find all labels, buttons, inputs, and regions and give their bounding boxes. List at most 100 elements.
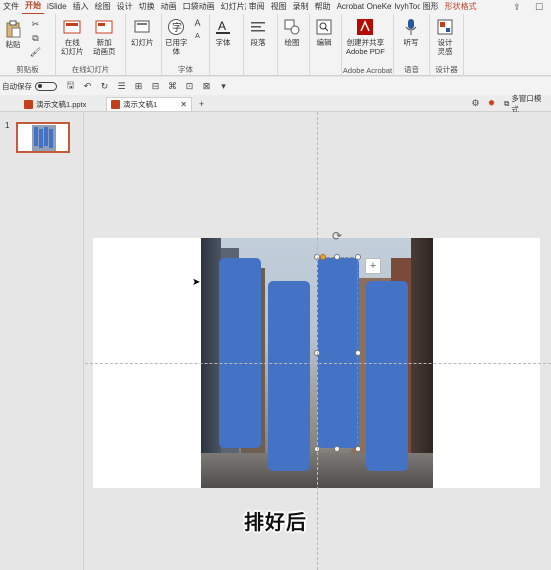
- doc-tab-1[interactable]: 演示文稿1.pptx: [20, 97, 90, 111]
- paragraph-label: 段落: [250, 38, 266, 47]
- comment-icon[interactable]: ☐: [532, 1, 546, 13]
- tab-draw[interactable]: 绘图: [92, 0, 114, 14]
- resize-handle[interactable]: [355, 254, 361, 260]
- tab-pocket-animation[interactable]: 口袋动画: [180, 0, 218, 14]
- tab-slideshow[interactable]: 幻灯片放映: [218, 0, 246, 14]
- cut-icon[interactable]: ✂: [30, 19, 41, 30]
- multi-window-button[interactable]: ⧉ 多窗口模式: [500, 94, 551, 114]
- resize-handle[interactable]: [334, 254, 340, 260]
- toolbar-tool-icon-4[interactable]: ⌘: [167, 81, 178, 92]
- close-tab-icon[interactable]: ✕: [180, 100, 187, 109]
- rounded-rectangle-1[interactable]: [219, 258, 261, 448]
- toolbar-tool-icon-2[interactable]: ⊞: [133, 81, 144, 92]
- font-button[interactable]: A 字体: [214, 18, 232, 47]
- grow-font-icon[interactable]: A: [192, 17, 203, 28]
- doc-tab-2[interactable]: 演示文稿1 ✕: [106, 97, 192, 111]
- slides-panel: 1: [0, 112, 84, 570]
- paste-button[interactable]: 粘贴: [4, 20, 22, 49]
- design-ideas-icon: [436, 18, 454, 36]
- online-slides-icon: [63, 18, 81, 36]
- doc-tab-1-label: 演示文稿1.pptx: [36, 99, 87, 109]
- resize-handle[interactable]: [355, 446, 361, 452]
- tab-insert[interactable]: 插入: [70, 0, 92, 14]
- slides-button[interactable]: 幻灯片: [131, 18, 154, 47]
- shrink-font-icon[interactable]: A: [192, 31, 203, 42]
- create-pdf-button[interactable]: 创建并共享 Adobe PDF: [346, 18, 385, 56]
- drawing-button[interactable]: 绘图: [283, 18, 301, 47]
- autosave-toggle[interactable]: [35, 81, 57, 91]
- dictate-label: 听写: [403, 38, 419, 47]
- drawing-group: 绘图: [278, 14, 310, 76]
- rounded-rectangle-4[interactable]: [366, 281, 408, 471]
- clipboard-group: 粘贴 ✂ ⧉ 🖌 剪贴板: [0, 14, 56, 76]
- format-painter-icon[interactable]: 🖌: [30, 47, 41, 58]
- svg-text:字: 字: [172, 21, 182, 34]
- selection-box: [317, 257, 358, 449]
- svg-text:A: A: [218, 19, 226, 33]
- dictate-button[interactable]: 听写: [402, 18, 420, 47]
- toolbar-tool-icon-5[interactable]: ⊡: [184, 81, 195, 92]
- ribbon: 粘贴 ✂ ⧉ 🖌 剪贴板 在线 幻灯片 新加 动画页 在线幻灯片 幻灯片 字 已…: [0, 14, 551, 76]
- thumbnail-bar: [49, 129, 53, 148]
- tab-file[interactable]: 文件: [0, 0, 22, 14]
- resize-handle[interactable]: [355, 350, 361, 356]
- toolbar-tool-icon[interactable]: ☰: [116, 81, 127, 92]
- tab-onekey[interactable]: OneKey: [364, 0, 392, 14]
- online-slides-button[interactable]: 在线 幻灯片: [61, 18, 84, 56]
- tab-design[interactable]: 设计: [114, 0, 136, 14]
- tab-shape-format[interactable]: 形状格式: [442, 0, 480, 14]
- used-fonts-button[interactable]: 字 已用字 体: [165, 18, 188, 56]
- online-slides-group-label: 在线幻灯片: [71, 65, 110, 74]
- customize-toolbar-icon[interactable]: ▾: [218, 81, 229, 92]
- font-group: 字 已用字 体 A A 字体: [162, 14, 210, 76]
- acrobat-group-label: Adobe Acrobat: [342, 66, 393, 75]
- slide-thumbnail[interactable]: [16, 122, 70, 153]
- copy-icon[interactable]: ⧉: [30, 33, 41, 44]
- used-fonts-label: 已用字 体: [165, 38, 188, 56]
- resize-handle[interactable]: [334, 446, 340, 452]
- new-animation-page-label: 新加 动画页: [93, 38, 116, 56]
- tab-record[interactable]: 录制: [290, 0, 312, 14]
- adjust-handle[interactable]: [320, 254, 326, 260]
- design-ideas-button[interactable]: 设计 灵感: [436, 18, 454, 56]
- voice-group-label: 语音: [404, 65, 419, 74]
- find-icon: [315, 18, 333, 36]
- font-circle-icon: 字: [167, 18, 185, 36]
- multi-window-icon: ⧉: [504, 99, 510, 108]
- tab-graphics[interactable]: 图形: [420, 0, 442, 14]
- powerpoint-icon: [24, 99, 33, 109]
- video-caption: 排好后: [244, 510, 307, 534]
- tab-view[interactable]: 视图: [268, 0, 290, 14]
- tab-tool-icon[interactable]: ⚙: [470, 98, 481, 109]
- tab-islide[interactable]: iSlide: [44, 0, 70, 14]
- toolbar-tool-icon-6[interactable]: ⊠: [201, 81, 212, 92]
- font-group-label: 字体: [178, 65, 193, 74]
- tab-home[interactable]: 开始: [22, 0, 44, 15]
- slides-group: 幻灯片: [126, 14, 162, 76]
- paragraph-button[interactable]: 段落: [249, 18, 267, 47]
- horizontal-guide: [85, 363, 551, 364]
- redo-icon[interactable]: ↻: [99, 81, 110, 92]
- share-icon[interactable]: ⇪: [510, 1, 524, 13]
- slide-icon: [133, 18, 151, 36]
- gear-icon[interactable]: ✹: [486, 98, 497, 109]
- new-animation-page-button[interactable]: 新加 动画页: [93, 18, 116, 56]
- save-icon[interactable]: 🖫: [65, 80, 76, 92]
- vertical-guide: [317, 112, 318, 570]
- editing-button[interactable]: 编辑: [315, 18, 333, 47]
- paragraph-group: 段落: [244, 14, 278, 76]
- tab-review[interactable]: 审阅: [246, 0, 268, 14]
- tab-help[interactable]: 帮助: [312, 0, 334, 14]
- rounded-rectangle-2[interactable]: [268, 281, 310, 471]
- tab-acrobat[interactable]: Acrobat: [334, 0, 364, 14]
- undo-icon[interactable]: ↶: [82, 81, 93, 92]
- tab-transitions[interactable]: 切换: [136, 0, 158, 14]
- rotate-handle-icon[interactable]: ⟳: [332, 229, 342, 243]
- new-tab-icon[interactable]: +: [196, 98, 207, 109]
- paste-label: 粘贴: [5, 40, 21, 49]
- thumbnail-bar: [44, 127, 48, 146]
- tab-lvyhtools[interactable]: lvyhTools: [392, 0, 420, 14]
- toolbar-tool-icon-3[interactable]: ⊟: [150, 81, 161, 92]
- layout-options-icon[interactable]: +: [365, 258, 381, 274]
- tab-animations[interactable]: 动画: [158, 0, 180, 14]
